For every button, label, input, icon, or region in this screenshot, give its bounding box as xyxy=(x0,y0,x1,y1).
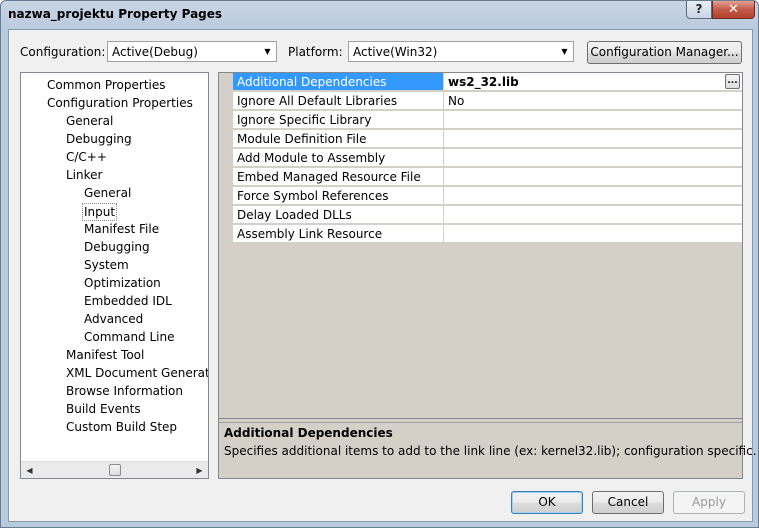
row-margin xyxy=(219,206,233,225)
description-title: Additional Dependencies xyxy=(224,426,393,440)
tree-item-configuration-properties[interactable]: Configuration Properties xyxy=(47,95,193,111)
cancel-button[interactable]: Cancel xyxy=(592,491,664,514)
help-button[interactable]: ? xyxy=(686,1,712,19)
row-margin xyxy=(219,187,233,206)
property-row[interactable]: Force Symbol References xyxy=(219,187,742,206)
window-title: nazwa_projektu Property Pages xyxy=(8,7,223,21)
property-name[interactable]: Additional Dependencies xyxy=(233,73,443,91)
scroll-right-icon[interactable]: ▶ xyxy=(191,462,208,478)
property-value[interactable] xyxy=(444,111,742,129)
tree-item-browse-information[interactable]: Browse Information xyxy=(66,383,183,399)
property-tree[interactable]: Custom Build Step Build Events Browse Info… xyxy=(20,72,209,479)
property-name[interactable]: Ignore All Default Libraries xyxy=(233,92,443,110)
scroll-thumb[interactable] xyxy=(109,464,121,476)
row-margin xyxy=(219,73,233,92)
property-value[interactable] xyxy=(444,187,742,205)
tree-item-command-line[interactable]: Command Line xyxy=(84,329,175,345)
property-value[interactable] xyxy=(444,206,742,224)
property-row[interactable]: Module Definition File xyxy=(219,130,742,149)
tree-item-system[interactable]: System xyxy=(84,257,129,273)
property-pages-window: nazwa_projektu Property Pages ? ✕ Config… xyxy=(0,0,759,528)
tree-horizontal-scrollbar[interactable]: ◀ ▶ xyxy=(21,461,208,478)
property-row[interactable]: Embed Managed Resource File xyxy=(219,168,742,187)
configuration-label: Configuration: xyxy=(20,45,106,59)
tree-item-manifest-tool[interactable]: Manifest Tool xyxy=(66,347,144,363)
property-value[interactable]: ws2_32.lib... xyxy=(444,73,742,91)
tree-item-general[interactable]: General xyxy=(66,113,113,129)
tree-item-manifest-file[interactable]: Manifest File xyxy=(84,221,159,237)
tree-item-linker[interactable]: Linker xyxy=(66,167,102,183)
title-bar[interactable]: nazwa_projektu Property Pages ? ✕ xyxy=(1,1,758,29)
configuration-value: Active(Debug) xyxy=(112,45,198,59)
configuration-dropdown[interactable]: Active(Debug) ▼ xyxy=(107,41,277,62)
row-margin xyxy=(219,130,233,149)
ellipsis-button[interactable]: ... xyxy=(725,74,740,89)
tree-item-debugging[interactable]: Debugging xyxy=(66,131,132,147)
description-splitter[interactable] xyxy=(219,419,742,423)
property-name[interactable]: Force Symbol References xyxy=(233,187,443,205)
row-margin xyxy=(219,92,233,111)
tree-item-c-c-[interactable]: C/C++ xyxy=(66,149,107,165)
property-row[interactable]: Delay Loaded DLLs xyxy=(219,206,742,225)
tree-item-build-events[interactable]: Build Events xyxy=(66,401,141,417)
property-row[interactable]: Ignore All Default Libraries No xyxy=(219,92,742,111)
tree-item-xml-document-generator[interactable]: XML Document Generator xyxy=(66,365,208,381)
tree-item-general[interactable]: General xyxy=(84,185,131,201)
property-value[interactable] xyxy=(444,130,742,148)
row-margin xyxy=(219,149,233,168)
chevron-down-icon: ▼ xyxy=(561,47,568,56)
property-value-text: ws2_32.lib xyxy=(448,75,519,89)
tree-item-input[interactable]: Input xyxy=(82,203,118,221)
tree-item-common-properties[interactable]: Common Properties xyxy=(47,77,166,93)
configuration-manager-button[interactable]: Configuration Manager... xyxy=(587,41,742,64)
property-name[interactable]: Embed Managed Resource File xyxy=(233,168,443,186)
scroll-left-icon[interactable]: ◀ xyxy=(21,462,38,478)
property-name[interactable]: Assembly Link Resource xyxy=(233,225,443,243)
property-name[interactable]: Ignore Specific Library xyxy=(233,111,443,129)
tree-item-custom-build-step[interactable]: Custom Build Step xyxy=(66,419,177,435)
property-row[interactable]: Add Module to Assembly xyxy=(219,149,742,168)
row-margin xyxy=(219,111,233,130)
property-row[interactable]: Ignore Specific Library xyxy=(219,111,742,130)
ok-button[interactable]: OK xyxy=(511,491,583,514)
property-name[interactable]: Delay Loaded DLLs xyxy=(233,206,443,224)
dialog-client-area: Configuration: Active(Debug) ▼ Platform:… xyxy=(8,29,757,522)
property-row[interactable]: Additional Dependencies ws2_32.lib... xyxy=(219,73,742,92)
description-panel: Additional Dependencies Specifies additi… xyxy=(218,419,757,479)
platform-value: Active(Win32) xyxy=(353,45,438,59)
property-row[interactable]: Assembly Link Resource xyxy=(219,225,742,244)
property-value[interactable] xyxy=(444,149,742,167)
row-margin xyxy=(219,225,233,244)
tree-item-debugging[interactable]: Debugging xyxy=(84,239,150,255)
tree-item-embedded-idl[interactable]: Embedded IDL xyxy=(84,293,172,309)
row-margin xyxy=(219,168,233,187)
close-button[interactable]: ✕ xyxy=(712,1,755,19)
chevron-down-icon: ▼ xyxy=(264,47,271,56)
tree-item-advanced[interactable]: Advanced xyxy=(84,311,143,327)
apply-button[interactable]: Apply xyxy=(673,491,745,514)
description-text: Specifies additional items to add to the… xyxy=(224,444,757,458)
tree-item-optimization[interactable]: Optimization xyxy=(84,275,161,291)
property-value[interactable]: No xyxy=(444,92,742,110)
property-value[interactable] xyxy=(444,168,742,186)
property-value-text: No xyxy=(448,94,465,108)
property-name[interactable]: Module Definition File xyxy=(233,130,443,148)
platform-label: Platform: xyxy=(288,45,343,59)
platform-dropdown[interactable]: Active(Win32) ▼ xyxy=(348,41,574,62)
property-grid: Additional Dependencies ws2_32.lib... Igno… xyxy=(218,72,743,419)
property-name[interactable]: Add Module to Assembly xyxy=(233,149,443,167)
property-value[interactable] xyxy=(444,225,742,243)
